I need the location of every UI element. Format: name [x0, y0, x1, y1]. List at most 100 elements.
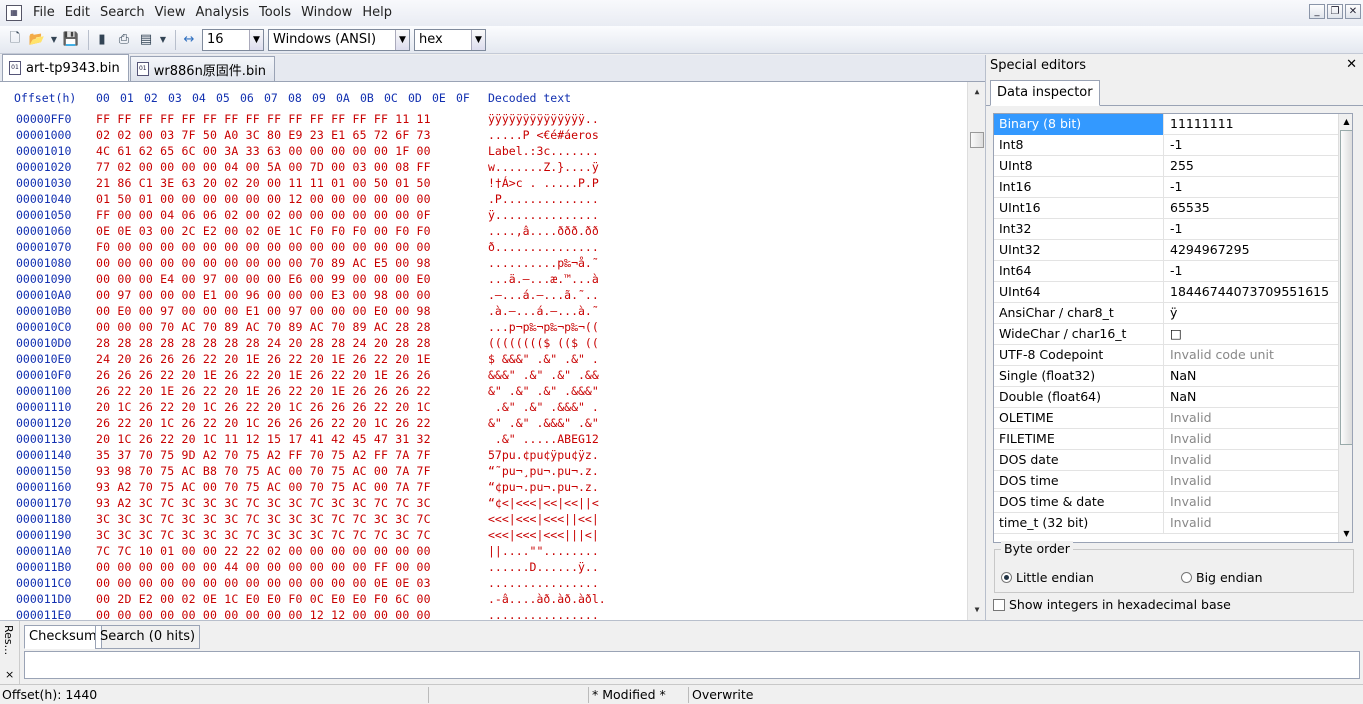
inspector-row[interactable]: Int64 -1 [994, 261, 1338, 282]
row-decoded-text[interactable]: !†Á>c . .....P.P [488, 176, 599, 190]
menu-edit[interactable]: Edit [60, 2, 95, 24]
row-decoded-text[interactable]: <<<|<<<|<<<|||<| [488, 528, 599, 542]
row-bytes[interactable]: 3C 3C 3C 7C 3C 3C 3C 7C 3C 3C 3C 7C 7C 7… [96, 528, 431, 542]
inspector-value[interactable]: ÿ [1165, 303, 1177, 324]
row-decoded-text[interactable]: .....P <€é#áeros [488, 128, 599, 142]
row-decoded-text[interactable]: ................ [488, 576, 599, 590]
hex-row[interactable]: 00001130 20 1C 26 22 20 1C 11 12 15 17 41… [0, 432, 965, 448]
row-bytes[interactable]: 00 00 00 00 00 00 00 00 00 00 12 12 00 0… [96, 608, 431, 620]
row-bytes[interactable]: 00 00 00 70 AC 70 89 AC 70 89 AC 70 89 A… [96, 320, 431, 334]
inspector-value[interactable]: 255 [1165, 156, 1194, 177]
tab-art-tp9343[interactable]: 01 art-tp9343.bin [2, 54, 129, 81]
hex-row[interactable]: 000010F0 26 26 26 22 20 1E 26 22 20 1E 26… [0, 368, 965, 384]
hex-row[interactable]: 000010A0 00 97 00 00 00 E1 00 96 00 00 00… [0, 288, 965, 304]
scroll-up-icon[interactable]: ▲ [1339, 115, 1352, 129]
save-icon[interactable]: 💾 [62, 31, 80, 49]
hex-row[interactable]: 00001030 21 86 C1 3E 63 20 02 20 00 11 11… [0, 176, 965, 192]
row-bytes[interactable]: 21 86 C1 3E 63 20 02 20 00 11 11 01 00 5… [96, 176, 431, 190]
menu-analysis[interactable]: Analysis [190, 2, 254, 24]
hex-row[interactable]: 00001060 0E 0E 03 00 2C E2 00 02 0E 1C F0… [0, 224, 965, 240]
inspector-value[interactable]: 65535 [1165, 198, 1210, 219]
hex-row[interactable]: 000010D0 28 28 28 28 28 28 28 28 24 20 28… [0, 336, 965, 352]
properties-dropdown-icon[interactable]: ▼ [159, 31, 167, 49]
row-bytes[interactable]: F0 00 00 00 00 00 00 00 00 00 00 00 00 0… [96, 240, 431, 254]
row-decoded-text[interactable]: .-â....àð.àð.àðl. [488, 592, 606, 606]
row-bytes[interactable]: 00 97 00 00 00 E1 00 96 00 00 00 E3 00 9… [96, 288, 431, 302]
print-icon[interactable]: ⎙ [115, 31, 133, 49]
close-icon[interactable]: ✕ [1346, 57, 1357, 72]
inspector-value[interactable]: -1 [1165, 261, 1182, 282]
inspector-row[interactable]: OLETIME Invalid [994, 408, 1338, 429]
close-button[interactable]: ✕ [1345, 4, 1361, 19]
hex-row[interactable]: 00001160 93 A2 70 75 AC 00 70 75 AC 00 70… [0, 480, 965, 496]
row-decoded-text[interactable]: “¢<|<<<|<<|<<||< [488, 496, 599, 510]
row-decoded-text[interactable]: .P.............. [488, 192, 599, 206]
inspector-value[interactable]: Invalid [1165, 408, 1212, 429]
hex-row[interactable]: 00001020 77 02 00 00 00 00 04 00 5A 00 7D… [0, 160, 965, 176]
row-decoded-text[interactable]: &" .&" .&" .&&&" [488, 384, 599, 398]
close-icon[interactable]: × [5, 668, 14, 681]
menu-help[interactable]: Help [357, 2, 397, 24]
row-decoded-text[interactable]: $ &&&" .&" .&" . [488, 352, 599, 366]
inspector-row[interactable]: UInt32 4294967295 [994, 240, 1338, 261]
menu-view[interactable]: View [150, 2, 191, 24]
row-bytes[interactable]: 20 1C 26 22 20 1C 11 12 15 17 41 42 45 4… [96, 432, 431, 446]
inspector-row[interactable]: DOS time Invalid [994, 471, 1338, 492]
row-bytes[interactable]: 0E 0E 03 00 2C E2 00 02 0E 1C F0 F0 F0 0… [96, 224, 431, 238]
inspector-row[interactable]: Binary (8 bit) 11111111 [994, 114, 1338, 135]
hex-row[interactable]: 000010E0 24 20 26 26 26 22 20 1E 26 22 20… [0, 352, 965, 368]
hex-row[interactable]: 00001000 02 02 00 03 7F 50 A0 3C 80 E9 23… [0, 128, 965, 144]
inspector-row[interactable]: DOS time & date Invalid [994, 492, 1338, 513]
row-bytes[interactable]: 00 00 00 00 00 00 00 00 00 00 70 89 AC E… [96, 256, 431, 270]
inspector-row[interactable]: DOS date Invalid [994, 450, 1338, 471]
hex-row[interactable]: 00001140 35 37 70 75 9D A2 70 75 A2 FF 70… [0, 448, 965, 464]
display-mode-select[interactable]: hex ▼ [414, 28, 486, 51]
inspector-row[interactable]: UInt8 255 [994, 156, 1338, 177]
big-endian-radio[interactable]: Big endian [1181, 570, 1263, 585]
row-decoded-text[interactable]: ...p¬p‰¬p‰¬p‰¬(( [488, 320, 599, 334]
hex-scrollbar[interactable]: ▲ ▼ [967, 82, 985, 620]
hex-row[interactable]: 000011A0 7C 7C 10 01 00 00 22 22 02 00 00… [0, 544, 965, 560]
row-decoded-text[interactable]: .—...á.–...ã.˜.. [488, 288, 599, 302]
row-bytes[interactable]: 00 00 00 E4 00 97 00 00 00 E6 00 99 00 0… [96, 272, 431, 286]
inspector-value[interactable]: Invalid [1165, 429, 1212, 450]
inspector-value[interactable]: Invalid [1165, 450, 1212, 471]
charset-select[interactable]: Windows (ANSI) ▼ [268, 28, 410, 51]
inspector-value[interactable]: 11111111 [1165, 114, 1234, 135]
row-bytes[interactable]: 26 22 20 1C 26 22 20 1C 26 26 26 22 20 1… [96, 416, 431, 430]
row-decoded-text[interactable]: .&" .&" .&&&" . [488, 400, 599, 414]
inspector-value[interactable]: □ [1165, 324, 1182, 345]
row-decoded-text[interactable]: “˜pu¬¸pu¬.pu¬.z. [488, 464, 599, 478]
row-bytes[interactable]: FF 00 00 04 06 06 02 00 02 00 00 00 00 0… [96, 208, 431, 222]
new-file-icon[interactable]: 🗋 [6, 31, 24, 49]
hex-row[interactable]: 00001010 4C 61 62 65 6C 00 3A 33 63 00 00… [0, 144, 965, 160]
hex-row[interactable]: 00001190 3C 3C 3C 7C 3C 3C 3C 7C 3C 3C 3C… [0, 528, 965, 544]
inspector-value[interactable]: -1 [1165, 219, 1182, 240]
open-folder-icon[interactable]: 📂 [28, 31, 46, 49]
minimize-button[interactable]: _ [1309, 4, 1325, 19]
row-decoded-text[interactable]: (((((((($ (($ (( [488, 336, 599, 350]
inspector-row[interactable]: UInt16 65535 [994, 198, 1338, 219]
hex-row[interactable]: 00001040 01 50 01 00 00 00 00 00 00 12 00… [0, 192, 965, 208]
hex-row[interactable]: 00001110 20 1C 26 22 20 1C 26 22 20 1C 26… [0, 400, 965, 416]
row-decoded-text[interactable]: ||....""........ [488, 544, 599, 558]
scroll-thumb[interactable] [970, 132, 984, 148]
data-inspector-grid[interactable]: Binary (8 bit) 11111111 Int8 -1 UInt8 255 Int1… [993, 113, 1353, 543]
inspector-value[interactable]: 4294967295 [1165, 240, 1250, 261]
tab-search-hits[interactable]: Search (0 hits) [95, 625, 201, 649]
row-decoded-text[interactable]: Label.:3c....... [488, 144, 599, 158]
row-decoded-text[interactable]: “¢pu¬.pu¬.pu¬.z. [488, 480, 599, 494]
row-decoded-text[interactable]: ÿÿÿÿÿÿÿÿÿÿÿÿÿÿ.. [488, 112, 599, 126]
hex-editor[interactable]: Offset(h) 00 01 02 03 04 05 06 07 08 09 0A 0B 0C 0D 0E… [0, 82, 985, 620]
menu-tools[interactable]: Tools [254, 2, 296, 24]
chevron-down-icon[interactable]: ▼ [395, 29, 409, 50]
row-decoded-text[interactable]: w.......Z.}....ÿ [488, 160, 599, 174]
row-bytes[interactable]: FF FF FF FF FF FF FF FF FF FF FF FF FF F… [96, 112, 431, 126]
row-bytes[interactable]: 00 00 00 00 00 00 00 00 00 00 00 00 00 0… [96, 576, 431, 590]
hex-row[interactable]: 00000FF0 FF FF FF FF FF FF FF FF FF FF FF… [0, 112, 965, 128]
row-decoded-text[interactable]: &&&" .&" .&" .&& [488, 368, 599, 382]
inspector-value[interactable]: Invalid [1165, 492, 1212, 513]
row-bytes[interactable]: 4C 61 62 65 6C 00 3A 33 63 00 00 00 00 0… [96, 144, 431, 158]
row-bytes[interactable]: 02 02 00 03 7F 50 A0 3C 80 E9 23 E1 65 7… [96, 128, 431, 142]
hex-row[interactable]: 000010B0 00 E0 00 97 00 00 00 E1 00 97 00… [0, 304, 965, 320]
